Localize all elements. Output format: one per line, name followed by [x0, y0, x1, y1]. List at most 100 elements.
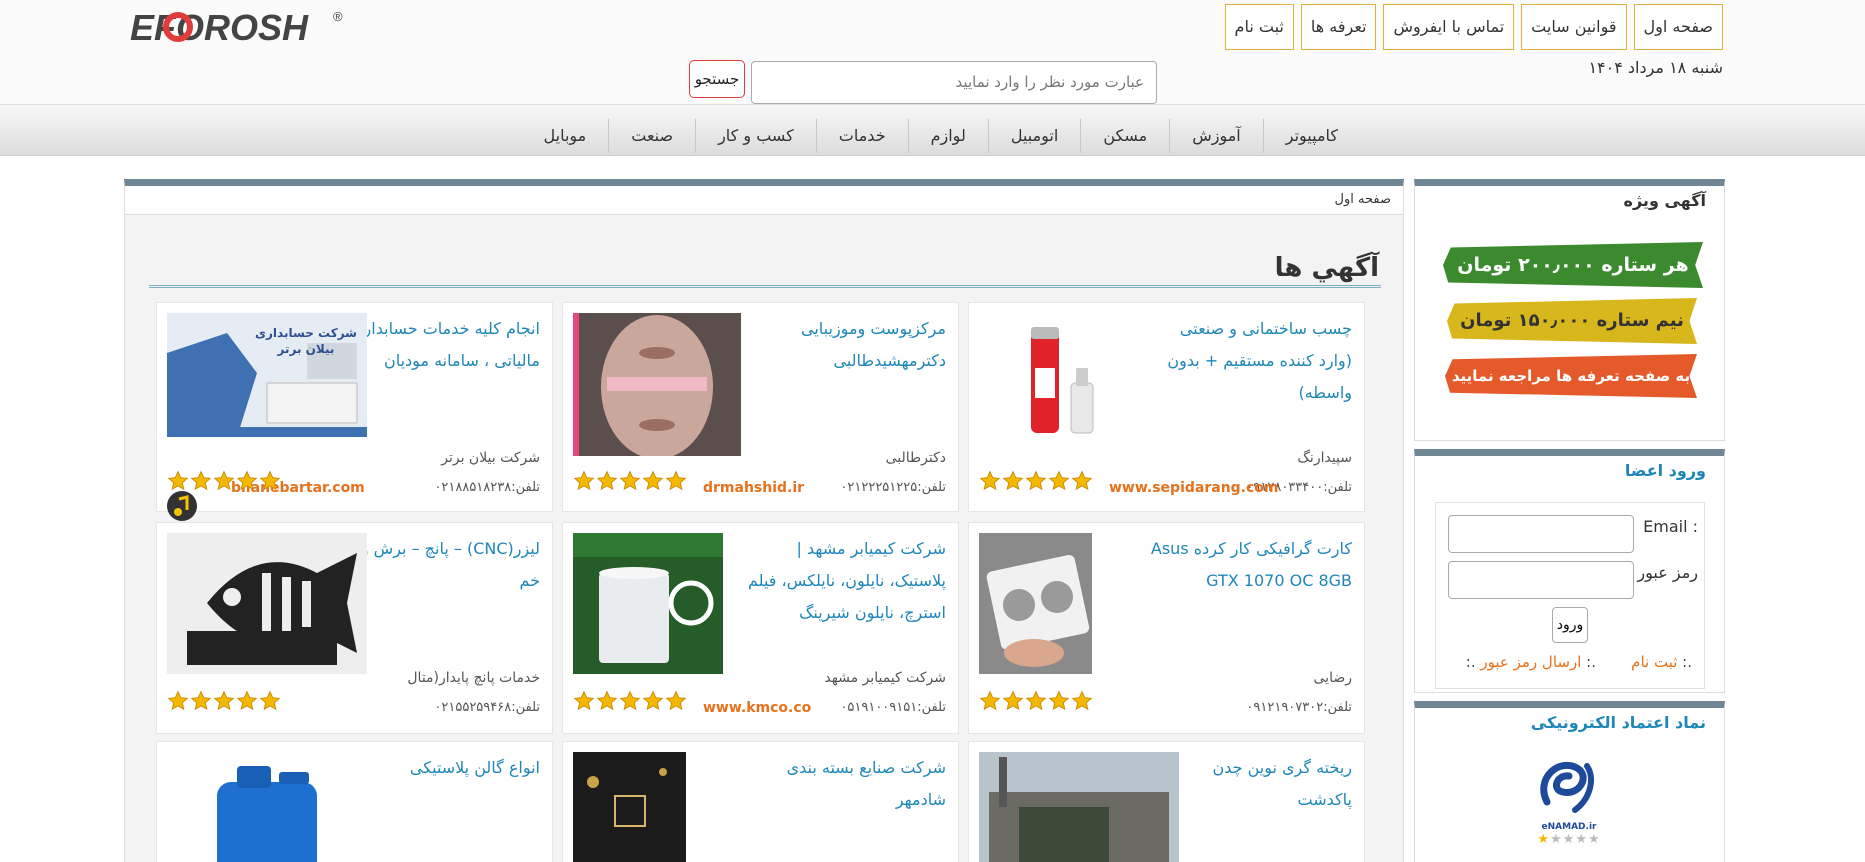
star-icon: [236, 690, 258, 711]
star-icon: [190, 690, 212, 711]
password-field[interactable]: [1448, 561, 1634, 599]
ad-image[interactable]: [167, 752, 367, 862]
nav-contact[interactable]: تماس با ايفروش: [1383, 4, 1515, 50]
ad-title[interactable]: چسب ساختمانی و صنعتی (وارد کننده مستقیم …: [1142, 313, 1352, 409]
category-car[interactable]: اتومبیل: [987, 119, 1081, 153]
enamad-badge[interactable]: eNAMAD.ir ★★★★★: [1529, 748, 1609, 848]
star-icon: [665, 690, 687, 711]
ad-company: شرکت کیمیابر مشهد: [824, 670, 946, 686]
ad-card[interactable]: لیزر(CNC) – پانچ – برش و خم خدمات پانچ پ…: [156, 522, 553, 734]
category-education[interactable]: آموزش: [1169, 119, 1263, 153]
nav-register[interactable]: ثبت نام: [1224, 4, 1294, 50]
rating-stars: [573, 470, 687, 492]
rating-stars: [167, 470, 281, 492]
search-button[interactable]: جستجو: [689, 60, 745, 98]
login-button[interactable]: ورود: [1552, 607, 1588, 643]
section-title: آگهي ها: [1274, 253, 1379, 283]
section-divider: [149, 285, 1381, 288]
ad-image[interactable]: [979, 313, 1134, 451]
rating-stars: [573, 690, 687, 712]
category-housing[interactable]: مسکن: [1080, 119, 1169, 153]
nav-tariffs[interactable]: تعرفه ها: [1300, 4, 1377, 50]
ad-card[interactable]: انجام کلیه خدمات حسابداری و مالیاتی ، سا…: [156, 302, 553, 521]
star-icon: [1002, 470, 1024, 491]
ad-title[interactable]: شرکت کیمیابر مشهد | پلاستیک، نایلون، نای…: [736, 533, 946, 629]
ad-title[interactable]: شرکت صنایع بسته بندی شادمهر: [736, 752, 946, 816]
ad-image[interactable]: [979, 752, 1179, 862]
banner-tariffs[interactable]: به صفحه تعرفه ها مراجعه نمایید: [1445, 354, 1697, 398]
enamad-stars-icon: ★★★★★: [1537, 832, 1601, 847]
ad-website[interactable]: drmahshid.ir: [703, 480, 804, 496]
music-icon[interactable]: [167, 491, 197, 521]
logo-wordmark: EFOROSH: [130, 7, 309, 48]
ad-phone: تلفن:۰۲۱۲۲۲۵۱۲۲۵: [840, 480, 946, 495]
email-label: Email :: [1643, 517, 1698, 536]
ad-card[interactable]: شرکت کیمیابر مشهد | پلاستیک، نایلون، نای…: [562, 522, 959, 734]
rating-stars: [979, 690, 1093, 712]
star-icon: [979, 470, 1001, 491]
top-header: EFOROSH ® صفحه اول قوانين سايت تماس با ا…: [0, 0, 1865, 104]
ad-title[interactable]: کارت گرافیکی کار کرده Asus GTX 1070 OC 8…: [1142, 533, 1352, 597]
ad-card[interactable]: ریخته گری نوین چدن پاکدشت: [968, 741, 1365, 862]
ad-image[interactable]: [573, 313, 741, 456]
ad-title[interactable]: مرکزپوست وموزیبایی دکترمهشیدطالبی: [736, 313, 946, 377]
ad-image[interactable]: [979, 533, 1092, 674]
ad-title[interactable]: لیزر(CNC) – پانچ – برش و خم: [354, 533, 540, 597]
nav-rules[interactable]: قوانين سايت: [1521, 4, 1627, 50]
ad-image-caption: شرکت حسابداری بیلان برتر: [255, 326, 357, 356]
star-icon: [259, 690, 281, 711]
ad-company: رضایی: [1313, 670, 1352, 686]
star-icon: [1025, 470, 1047, 491]
category-industry[interactable]: صنعت: [608, 119, 695, 153]
star-icon: [1025, 690, 1047, 711]
email-field[interactable]: [1448, 515, 1634, 553]
ad-card[interactable]: مرکزپوست وموزیبایی دکترمهشیدطالبی دکترطا…: [562, 302, 959, 512]
star-icon: [573, 470, 595, 491]
star-icon: [596, 470, 618, 491]
star-icon: [167, 690, 189, 711]
rating-stars: [979, 470, 1093, 492]
register-link[interactable]: .: ثبت نام: [1631, 653, 1692, 671]
trust-panel: نماد اعتماد الکترونیکی eNAMAD.ir ★★★★★: [1414, 701, 1725, 862]
ad-card[interactable]: چسب ساختمانی و صنعتی (وارد کننده مستقیم …: [968, 302, 1365, 512]
site-logo[interactable]: EFOROSH ®: [130, 5, 345, 49]
forgot-password-link[interactable]: .: ارسال رمز عبور .:: [1466, 653, 1596, 671]
main-content: صفحه اول آگهي ها چسب ساختمانی و صنعتی (و…: [124, 179, 1404, 862]
ad-phone: تلفن:۰۵۱۹۱۰۰۹۱۵۱: [840, 700, 946, 715]
star-icon: [979, 690, 1001, 711]
ad-image[interactable]: [573, 533, 723, 674]
star-icon: [1002, 690, 1024, 711]
search-input[interactable]: عبارت مورد نظر را وارد نمایید: [751, 61, 1157, 104]
breadcrumb[interactable]: صفحه اول: [125, 186, 1403, 215]
banner-half-star[interactable]: نیم ستاره ۱۵۰٫۰۰۰ تومان: [1447, 298, 1697, 344]
ad-card[interactable]: شرکت صنایع بسته بندی شادمهر: [562, 741, 959, 862]
ad-image[interactable]: [573, 752, 686, 862]
category-computer[interactable]: کامپیوتر: [1262, 119, 1360, 153]
category-appliances[interactable]: لوازم: [907, 119, 988, 153]
ad-image[interactable]: شرکت حسابداری بیلان برتر: [167, 313, 367, 437]
star-icon: [665, 470, 687, 491]
star-icon: [1071, 690, 1093, 711]
ad-website[interactable]: www.sepidarang.com: [1109, 480, 1279, 496]
ad-company: شرکت بیلان برتر: [441, 450, 540, 466]
ad-website[interactable]: www.kmco.co: [703, 700, 811, 716]
nav-home[interactable]: صفحه اول: [1633, 4, 1723, 50]
ad-card[interactable]: انواع گالن پلاستیکی: [156, 741, 553, 862]
banner-full-star[interactable]: هر ستاره ۲۰۰٫۰۰۰ تومان: [1443, 242, 1703, 288]
star-icon: [213, 690, 235, 711]
star-icon: [619, 470, 641, 491]
ad-phone: تلفن:۰۲۱۸۸۵۱۸۲۳۸: [434, 480, 540, 495]
ad-card[interactable]: کارت گرافیکی کار کرده Asus GTX 1070 OC 8…: [968, 522, 1365, 734]
star-icon: [213, 470, 235, 491]
category-mobile[interactable]: موبایل: [522, 119, 609, 153]
category-business[interactable]: کسب و کار: [695, 119, 816, 153]
login-panel: ورود اعضا Email : رمز عبور : ورود .: ثبت…: [1414, 449, 1725, 693]
current-date: شنبه ۱۸ مرداد ۱۴۰۴: [1588, 58, 1723, 77]
ad-image[interactable]: [167, 533, 367, 674]
category-services[interactable]: خدمات: [815, 119, 908, 153]
star-icon: [236, 470, 258, 491]
ad-company: دکترطالبی: [885, 450, 946, 466]
star-icon: [1071, 470, 1093, 491]
star-icon: [596, 690, 618, 711]
ad-title[interactable]: ریخته گری نوین چدن پاکدشت: [1202, 752, 1352, 816]
